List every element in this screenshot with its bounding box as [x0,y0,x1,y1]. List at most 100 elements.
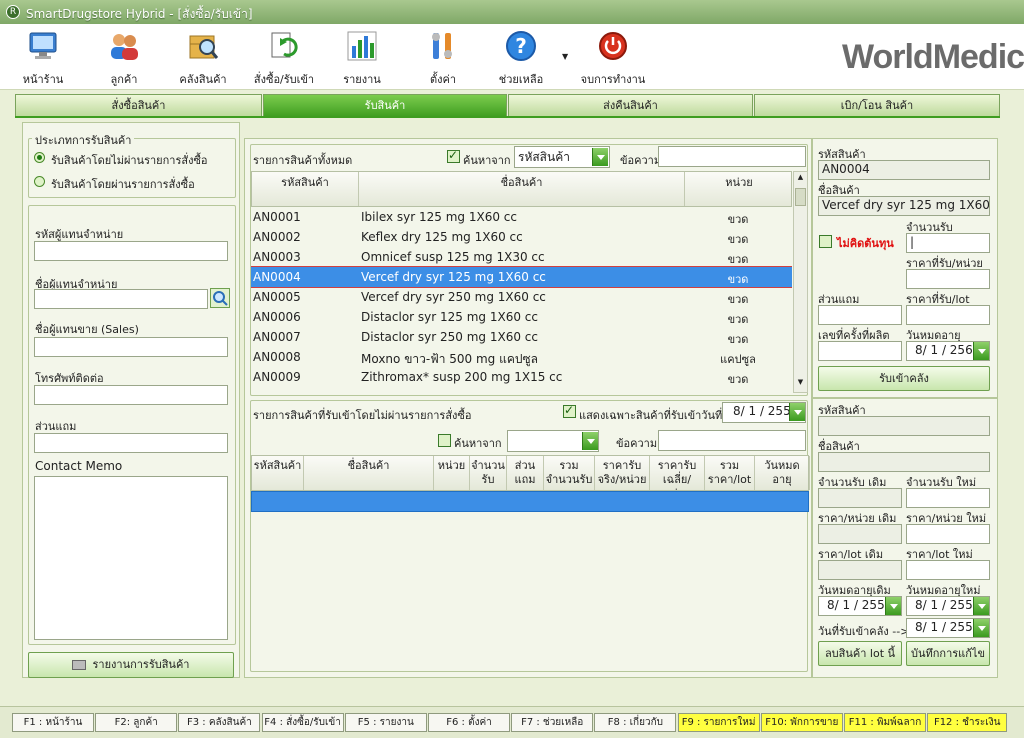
save-edit-button[interactable]: บันทึกการแก้ไข [906,641,990,666]
receive-po-radio[interactable] [34,176,45,187]
scroll-down-icon[interactable]: ▼ [795,378,806,390]
tab-purchase-order[interactable]: สั่งซื้อสินค้า [15,94,262,117]
delete-lot-button[interactable]: ลบสินค้า lot นี้ [818,641,902,666]
column-header[interactable]: ชื่อสินค้า [304,456,434,490]
calendar-dropdown-icon[interactable] [973,619,989,637]
dealer-code-input[interactable] [34,241,228,261]
column-header[interactable]: ราคารับเฉลี่ย/หน่วย [650,456,705,490]
scroll-up-icon[interactable]: ▲ [795,173,806,185]
table-row[interactable]: AN0002 Keflex dry 125 mg 1X60 cc ขวด [251,227,792,247]
received-keyword-input[interactable] [658,430,806,451]
function-key-5[interactable]: F5 : รายงาน [344,713,427,732]
calendar-dropdown-icon[interactable] [789,403,805,421]
products-keyword-input[interactable] [658,146,806,167]
table-row[interactable]: AN0001 Ibilex syr 125 mg 1X60 cc ขวด [251,207,792,227]
tab-receive[interactable]: รับสินค้า [263,94,507,117]
cell-code: AN0002 [253,230,301,244]
calendar-dropdown-icon[interactable] [973,342,989,360]
column-header[interactable]: รหัสสินค้า [252,456,304,490]
customers-icon [108,30,140,62]
received-selected-row[interactable] [251,491,809,512]
products-grid-header: รหัสสินค้า ชื่อสินค้า หน่วย [251,171,792,207]
detail-price-unit-input[interactable] [906,269,990,289]
dealer-search-button[interactable] [210,288,230,308]
column-header[interactable]: รหัสสินค้า [252,172,359,206]
function-key-7[interactable]: F7 : ช่วยเหลือ [511,713,594,732]
function-key-10[interactable]: F10: พักการขาย [760,713,843,732]
detail-qty-input[interactable]: | [906,233,990,253]
table-row[interactable]: AN0008 Moxno ขาว-ฟ้า 500 mg แคปซูล แคปซูล [251,347,792,367]
column-header[interactable]: รวม จำนวนรับ [544,456,595,490]
products-scrollbar[interactable]: ▲ ▼ [793,171,808,393]
receive-po-label: รับสินค้าโดยผ่านรายการสั่งซื้อ [51,178,195,191]
sales-input[interactable] [34,337,228,357]
new-price-unit-input[interactable] [906,524,990,544]
toolbar-settings-button[interactable]: ตั้งค่า [408,30,478,88]
toolbar-purchase-button[interactable]: สั่งซื้อ/รับเข้า [249,30,319,88]
column-header[interactable]: ราคารับ จริง/หน่วย [595,456,650,490]
monitor-icon [27,30,59,62]
toolbar-report-button[interactable]: รายงาน [327,30,397,88]
contact-memo-textarea[interactable] [34,476,228,640]
function-key-4[interactable]: F4 : สั่งซื้อ/รับเข้า [261,713,344,732]
table-row[interactable]: AN0006 Distaclor syr 125 mg 1X60 cc ขวด [251,307,792,327]
column-header[interactable]: จำนวน รับ [470,456,507,490]
discount-input[interactable] [34,433,228,453]
tab-transfer[interactable]: เบิก/โอน สินค้า [754,94,1000,117]
column-header[interactable]: หน่วย [685,172,793,206]
tab-return[interactable]: ส่งคืนสินค้า [508,94,753,117]
toolbar-customers-button[interactable]: ลูกค้า [89,30,159,88]
receive-direct-radio[interactable] [34,152,45,163]
toolbar-exit-button[interactable]: จบการทำงาน [578,30,648,88]
chevron-down-icon[interactable] [592,148,608,166]
detail-price-lot-input[interactable] [906,305,990,325]
toolbar-storefront-button[interactable]: หน้าร้าน [8,30,78,88]
show-only-date-checkbox[interactable] [563,403,576,418]
toolbar-help-button[interactable]: ? ช่วยเหลือ [486,30,556,88]
table-row[interactable]: AN0005 Vercef dry syr 250 mg 1X60 cc ขวด [251,287,792,307]
edit-code-input [818,416,990,436]
function-key-2[interactable]: F2: ลูกค้า [95,713,178,732]
brand-logo: WorldMedicTM [842,38,1024,76]
toolbar-label: คลังสินค้า [179,73,227,86]
old-qty-input [818,488,902,508]
products-search-checkbox[interactable] [447,148,460,163]
scroll-thumb[interactable] [795,188,806,206]
table-row[interactable]: AN0009 Zithromax* susp 200 mg 1X15 cc ขวด [251,367,792,387]
chevron-down-icon[interactable] [582,432,598,450]
receive-to-stock-button[interactable]: รับเข้าคลัง [818,366,990,391]
detail-name-input[interactable]: Vercef dry syr 125 mg 1X60 cc [818,196,990,216]
receive-report-button[interactable]: รายงานการรับสินค้า [28,652,234,678]
table-row[interactable]: AN0007 Distaclor syr 250 mg 1X60 cc ขวด [251,327,792,347]
column-header[interactable]: วันหมด อายุ [755,456,810,490]
function-key-8[interactable]: F8 : เกี่ยวกับ [594,713,677,732]
table-row[interactable]: AN0003 Omnicef susp 125 mg 1X30 cc ขวด [251,247,792,267]
dealer-name-input[interactable] [34,289,208,309]
detail-discount-input[interactable] [818,305,902,325]
toolbar-warehouse-button[interactable]: คลังสินค้า [168,30,238,88]
help-dropdown-arrow-icon[interactable]: ▼ [562,52,568,61]
detail-lot-no-input[interactable] [818,341,902,361]
report-chart-icon [346,30,378,62]
column-header[interactable]: รวม ราคา/lot [705,456,755,490]
phone-input[interactable] [34,385,228,405]
detail-code-input[interactable]: AN0004 [818,160,990,180]
column-header[interactable]: หน่วย [434,456,470,490]
function-key-11[interactable]: F11 : พิมพ์ฉลาก [844,713,926,732]
column-header[interactable]: ส่วน แถม [507,456,544,490]
new-price-lot-input[interactable] [906,560,990,580]
function-key-6[interactable]: F6 : ตั้งค่า [428,713,510,732]
settings-tools-icon [427,30,459,62]
no-cost-checkbox[interactable] [819,235,832,248]
calendar-dropdown-icon[interactable] [973,597,989,615]
received-keyword-label: ข้อความ [616,437,658,450]
function-key-9[interactable]: F9 : รายการใหม่ [677,713,760,732]
table-row[interactable]: AN0004 Vercef dry syr 125 mg 1X60 cc ขวด [251,266,792,288]
new-qty-input[interactable] [906,488,990,508]
function-key-12[interactable]: F12 : ชำระเงิน [927,713,1008,732]
function-key-1[interactable]: F1 : หน้าร้าน [12,713,94,732]
received-search-checkbox[interactable] [438,434,451,447]
column-header[interactable]: ชื่อสินค้า [359,172,685,206]
function-key-3[interactable]: F3 : คลังสินค้า [178,713,261,732]
calendar-dropdown-icon[interactable] [885,597,901,615]
